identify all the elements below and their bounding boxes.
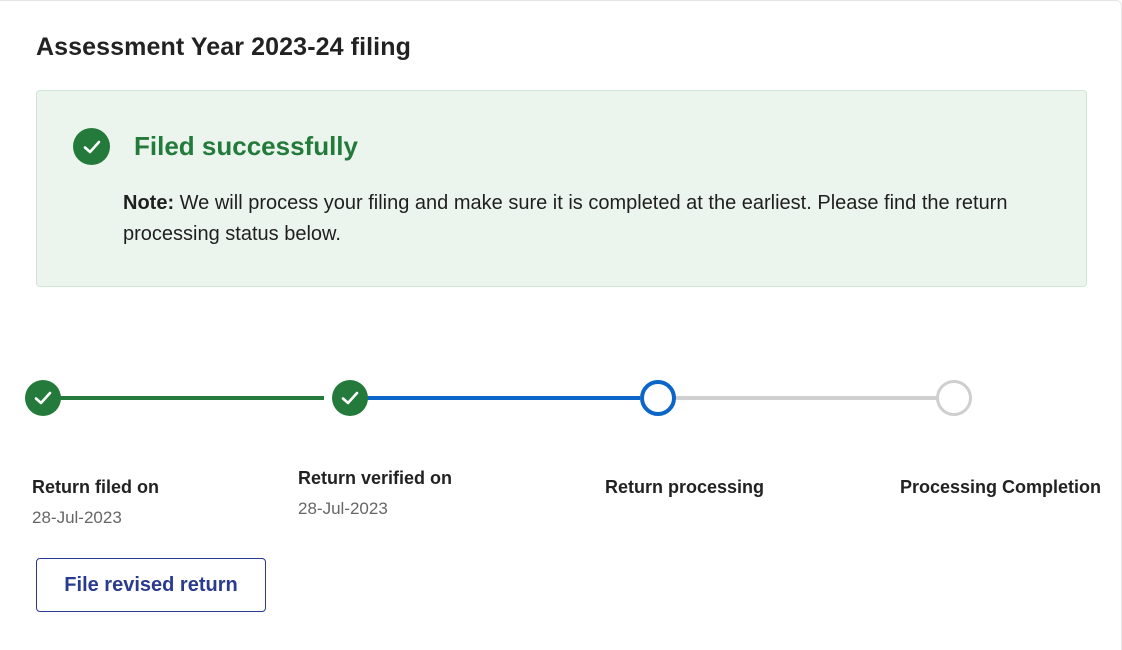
step-node-processing xyxy=(640,380,676,416)
check-icon xyxy=(83,140,100,153)
step-connector-pending xyxy=(675,396,939,400)
step-label-verified: Return verified on xyxy=(298,468,453,488)
step-label-filed: Return filed on xyxy=(32,477,159,497)
step-node-filed xyxy=(25,380,61,416)
step-date-filed: 28-Jul-2023 xyxy=(32,508,122,527)
step-node-completion xyxy=(936,380,972,416)
step-date-verified: 28-Jul-2023 xyxy=(298,499,388,518)
return-status-stepper xyxy=(0,370,1122,430)
check-icon xyxy=(341,391,359,405)
check-icon xyxy=(34,391,52,405)
page-title: Assessment Year 2023-24 filing xyxy=(36,33,411,61)
step-connector-active xyxy=(367,396,640,400)
step-label-completion: Processing Completion xyxy=(900,477,1102,497)
step-label-processing: Return processing xyxy=(605,477,765,497)
success-panel: Filed successfully Note: We will process… xyxy=(36,90,1087,287)
note-label: Note: xyxy=(123,192,175,214)
success-note: Note: We will process your filing and ma… xyxy=(123,188,1063,250)
success-title: Filed successfully xyxy=(134,131,358,161)
step-connector-done xyxy=(60,396,324,400)
check-circle-icon xyxy=(73,128,110,165)
step-node-verified xyxy=(332,380,368,416)
file-revised-return-button[interactable]: File revised return xyxy=(36,558,266,612)
note-text: We will process your filing and make sur… xyxy=(123,192,1008,245)
